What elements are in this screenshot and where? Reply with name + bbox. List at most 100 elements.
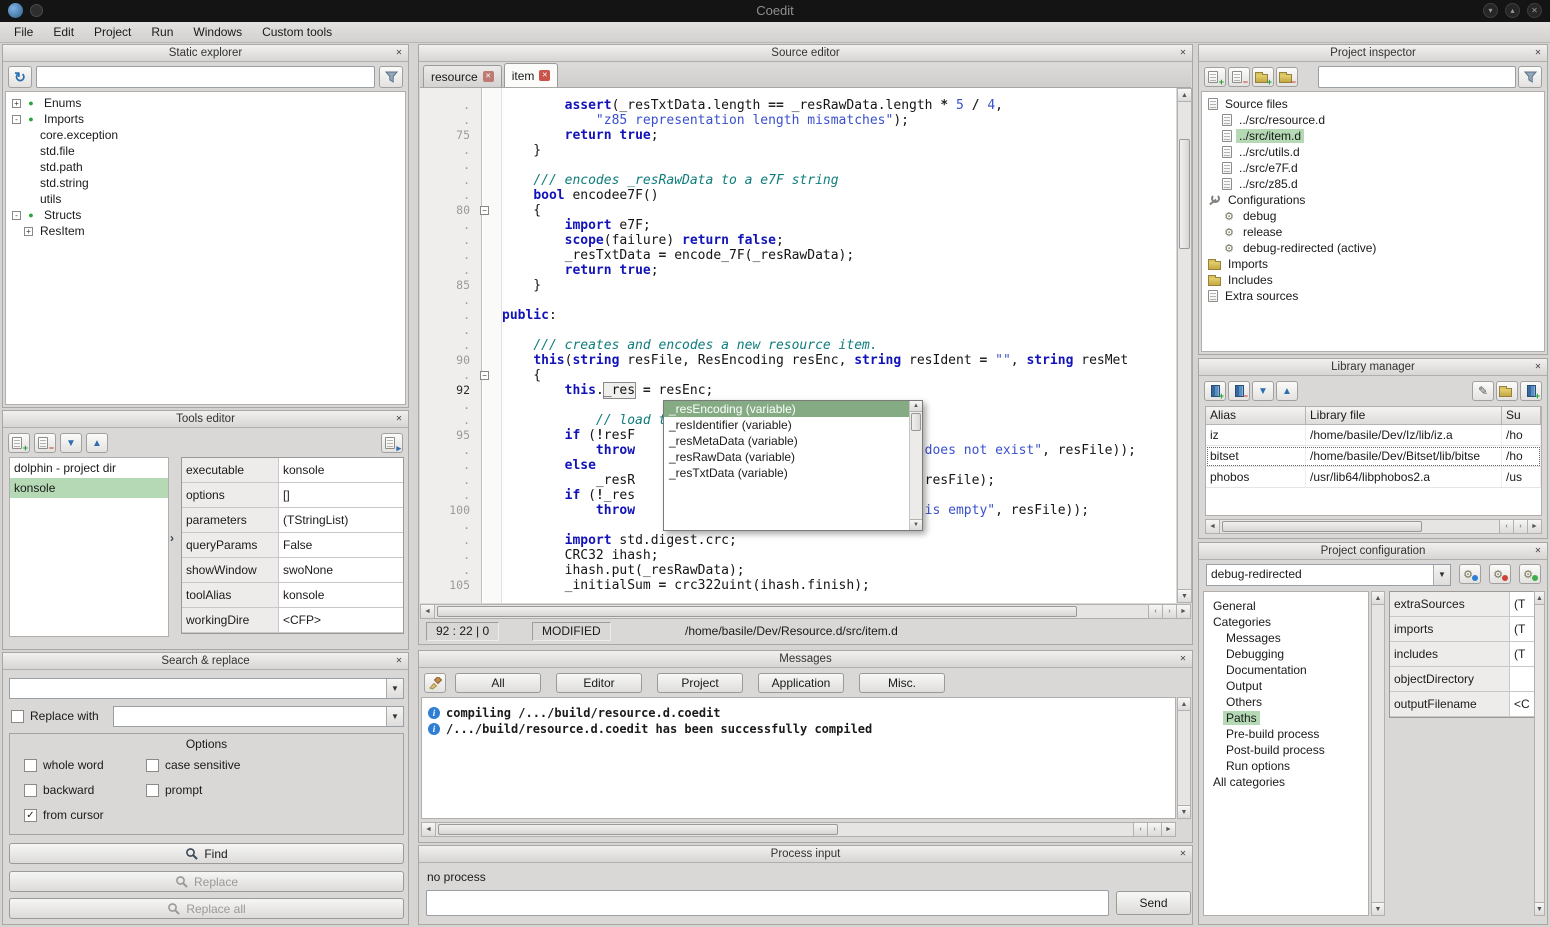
scroll-down-icon[interactable]: ▼ (1178, 805, 1190, 818)
close-panel-icon[interactable]: ✕ (393, 413, 405, 425)
scroll-thumb[interactable] (1222, 521, 1422, 532)
move-tool-down-button[interactable]: ▼ (60, 433, 82, 453)
tab-close-icon[interactable]: ✕ (539, 70, 550, 81)
splitter-arrow-icon[interactable]: › (170, 531, 174, 545)
popup-scrollbar[interactable]: ▲ ▼ (909, 401, 922, 530)
tool-prop-row[interactable]: showWindowswoNone (182, 558, 403, 583)
messages-horizontal-scrollbar[interactable]: ◄ ‹ › ► (421, 822, 1176, 837)
tab-close-icon[interactable]: ✕ (483, 71, 494, 82)
code-line[interactable]: . CRC32 ihash; (420, 548, 1176, 563)
library-from-project-button[interactable]: + (1520, 381, 1542, 401)
symbol-utils[interactable]: utils (6, 191, 405, 207)
scroll-up-icon[interactable]: ▲ (1372, 592, 1384, 605)
symbol-std-file[interactable]: std.file (6, 143, 405, 159)
expander-icon[interactable]: + (12, 99, 21, 108)
code-line[interactable]: 85 } (420, 278, 1176, 293)
scroll-down-icon[interactable]: ▼ (1372, 902, 1384, 915)
add-library-button[interactable]: + (1204, 381, 1226, 401)
find-button[interactable]: Find (9, 843, 404, 864)
config-category-paths[interactable]: Paths (1204, 710, 1368, 726)
config-prop-value[interactable]: (T (1510, 617, 1535, 641)
library-row-iz[interactable]: iz/home/basile/Dev/Iz/lib/iz.a/ho (1206, 425, 1541, 446)
project-item-debug-redirected-active[interactable]: ⚙debug-redirected (active) (1202, 240, 1544, 256)
code-line[interactable]: 105 _initialSum = crc322uint(ihash.finis… (420, 578, 1176, 593)
close-panel-icon[interactable]: ✕ (1532, 47, 1544, 59)
add-configuration-button[interactable]: ⚙ (1519, 564, 1541, 584)
project-item-src-e7f-d[interactable]: ../src/e7F.d (1202, 160, 1544, 176)
config-category-others[interactable]: Others (1204, 694, 1368, 710)
tool-prop-row[interactable]: executablekonsole (182, 458, 403, 483)
remove-tool-button[interactable]: − (34, 433, 56, 453)
expander-icon[interactable]: - (12, 115, 21, 124)
completion-item[interactable]: _resTxtData (variable) (664, 465, 922, 481)
messages-filter-editor[interactable]: Editor (556, 673, 642, 693)
code-line[interactable]: . (420, 158, 1176, 173)
code-line[interactable]: 90 this(string resFile, ResEncoding resE… (420, 353, 1176, 368)
config-category-pre-build-process[interactable]: Pre-build process (1204, 726, 1368, 742)
config-prop-value[interactable]: (T (1510, 642, 1535, 666)
config-category-messages[interactable]: Messages (1204, 630, 1368, 646)
code-line[interactable]: . "z85 representation length mismatches"… (420, 113, 1176, 128)
tool-prop-row[interactable]: workingDire<CFP> (182, 608, 403, 633)
code-line[interactable]: 80− { (420, 203, 1176, 218)
symbol-enums[interactable]: +●Enums (6, 95, 405, 111)
library-from-folder-button[interactable] (1496, 381, 1518, 401)
code-line[interactable]: . assert(_resTxtData.length == _resRawDa… (420, 98, 1176, 113)
tool-prop-value[interactable]: (TStringList) (279, 508, 403, 532)
project-item-configurations[interactable]: Configurations (1202, 192, 1544, 208)
configuration-selector[interactable]: debug-redirected ▼ (1206, 564, 1451, 586)
scroll-left-icon[interactable]: ◄ (422, 823, 436, 836)
tab-resource[interactable]: resource✕ (423, 65, 502, 87)
library-row-phobos[interactable]: phobos/usr/lib64/libphobos2.a/us (1206, 467, 1541, 488)
scroll-small-left-icon[interactable]: ‹ (1148, 605, 1162, 618)
project-item-src-utils-d[interactable]: ../src/utils.d (1202, 144, 1544, 160)
scroll-thumb[interactable] (437, 606, 1077, 617)
config-prop-row[interactable]: outputFilename<C (1390, 692, 1535, 717)
tool-prop-row[interactable]: options[] (182, 483, 403, 508)
move-library-up-button[interactable]: ▲ (1276, 381, 1298, 401)
run-tool-button[interactable]: ▸ (381, 433, 403, 453)
scroll-up-icon[interactable]: ▲ (1535, 592, 1544, 605)
prompt-checkbox[interactable] (146, 784, 159, 797)
tool-prop-value[interactable]: konsole (279, 458, 403, 482)
tool-prop-value[interactable]: konsole (279, 583, 403, 607)
code-line[interactable]: . return true; (420, 263, 1176, 278)
search-term-combobox[interactable]: ▼ (9, 678, 404, 699)
scroll-track[interactable] (435, 605, 1148, 618)
library-horizontal-scrollbar[interactable]: ◄ ‹ › ► (1205, 519, 1542, 534)
code-line[interactable]: .− { (420, 368, 1176, 383)
fold-marker-icon[interactable]: − (480, 371, 489, 380)
code-line[interactable]: . /// creates and encodes a new resource… (420, 338, 1176, 353)
replace-with-checkbox[interactable] (11, 710, 24, 723)
tool-prop-value[interactable]: swoNone (279, 558, 403, 582)
sync-configurations-button[interactable]: ⚙ (1459, 564, 1481, 584)
symbol-filter-input[interactable] (36, 66, 375, 88)
expander-icon[interactable]: - (12, 211, 21, 220)
column-header-alias[interactable]: Alias (1206, 407, 1306, 424)
scroll-thumb[interactable] (438, 824, 838, 835)
scroll-right-icon[interactable]: ► (1161, 823, 1175, 836)
messages-filter-misc[interactable]: Misc. (859, 673, 945, 693)
from-cursor-checkbox[interactable]: ✓ (24, 809, 37, 822)
tool-prop-value[interactable]: False (279, 533, 403, 557)
config-tree-scrollbar[interactable]: ▲ ▼ (1371, 591, 1385, 916)
replace-term-combobox[interactable]: ▼ (113, 706, 404, 727)
inspector-filter-input[interactable] (1318, 66, 1516, 88)
tool-prop-value[interactable]: [] (279, 483, 403, 507)
scroll-small-right-icon[interactable]: › (1162, 605, 1176, 618)
send-button[interactable]: Send (1116, 891, 1191, 915)
replace-all-button[interactable]: Replace all (9, 898, 404, 919)
project-item-debug[interactable]: ⚙debug (1202, 208, 1544, 224)
move-library-down-button[interactable]: ▼ (1252, 381, 1274, 401)
scroll-up-icon[interactable]: ▲ (910, 401, 922, 412)
option-backward[interactable]: backward (24, 783, 146, 797)
scroll-down-icon[interactable]: ▼ (910, 519, 922, 530)
messages-vertical-scrollbar[interactable]: ▲ ▼ (1177, 697, 1191, 819)
project-item-src-item-d[interactable]: ../src/item.d (1202, 128, 1544, 144)
config-category-debugging[interactable]: Debugging (1204, 646, 1368, 662)
scroll-down-icon[interactable]: ▼ (1178, 589, 1191, 602)
refresh-button[interactable]: ↻ (8, 66, 32, 88)
tool-item-dolphin-project-dir[interactable]: dolphin - project dir (10, 458, 168, 478)
symbol-resitem[interactable]: +ResItem (6, 223, 405, 239)
config-prop-row[interactable]: imports(T (1390, 617, 1535, 642)
